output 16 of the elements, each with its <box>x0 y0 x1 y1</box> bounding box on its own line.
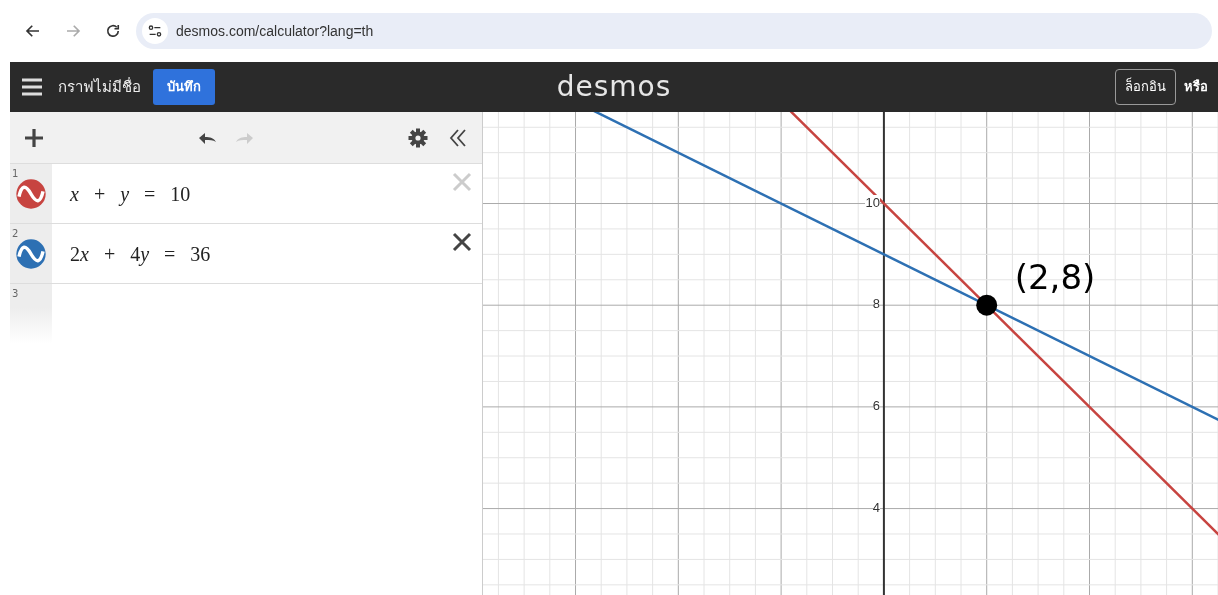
intersection-point[interactable] <box>976 294 998 316</box>
save-button[interactable]: บันทึก <box>153 69 215 105</box>
address-bar[interactable]: desmos.com/calculator?lang=th <box>136 13 1212 49</box>
line-number: 2 <box>12 227 19 241</box>
login-button[interactable]: ล็อกอิน <box>1115 69 1176 105</box>
site-settings-icon[interactable] <box>147 23 163 39</box>
delete-icon[interactable] <box>450 230 474 254</box>
line-number: 3 <box>12 287 19 301</box>
math-expression[interactable]: x + y = 10 <box>52 164 450 223</box>
line-number: 1 <box>12 167 19 181</box>
url-text: desmos.com/calculator?lang=th <box>176 21 374 41</box>
point-label: (2,8) <box>1014 257 1096 298</box>
or-text: หรือ <box>1184 78 1208 97</box>
graph-title: กราฟไม่มีชื่อ <box>58 76 141 98</box>
math-expression[interactable]: 2x + 4y = 36 <box>52 224 450 283</box>
app-logo: desmos <box>556 69 672 105</box>
